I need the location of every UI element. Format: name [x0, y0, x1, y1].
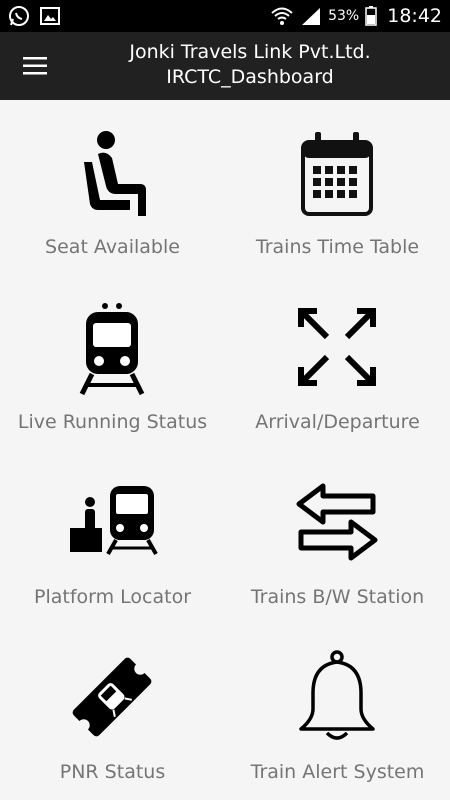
- swap-arrows-icon: [296, 483, 378, 561]
- tile-trains-time-table[interactable]: Trains Time Table: [225, 100, 450, 275]
- status-bar: 53% 18:42: [0, 0, 450, 32]
- title-line-dashboard: IRCTC_Dashboard: [166, 66, 334, 88]
- tile-seat-available[interactable]: Seat Available: [0, 100, 225, 275]
- tile-label: PNR Status: [59, 761, 166, 783]
- tile-train-alert-system[interactable]: Train Alert System: [225, 625, 450, 800]
- battery-percent: 53%: [328, 8, 360, 24]
- seat-icon: [84, 131, 146, 216]
- tile-arrival-departure[interactable]: Arrival/Departure: [225, 275, 450, 450]
- dashboard-grid: Seat Available Trains Time Table Live Ru…: [0, 100, 450, 800]
- tile-live-running-status[interactable]: Live Running Status: [0, 275, 225, 450]
- tile-label: Arrival/Departure: [255, 411, 420, 433]
- tile-label: Seat Available: [45, 236, 180, 258]
- train-icon: [79, 303, 145, 396]
- ticket-icon: [72, 657, 152, 737]
- tile-label: Trains Time Table: [255, 236, 420, 258]
- gallery-icon: [40, 7, 60, 25]
- page-title: Jonki Travels Link Pvt.Ltd. IRCTC_Dashbo…: [60, 40, 440, 90]
- calendar-icon: [301, 132, 373, 216]
- tile-platform-locator[interactable]: Platform Locator: [0, 450, 225, 625]
- tile-pnr-status[interactable]: PNR Status: [0, 625, 225, 800]
- platform-train-icon: [70, 486, 158, 555]
- app-bar: Jonki Travels Link Pvt.Ltd. IRCTC_Dashbo…: [0, 32, 450, 100]
- whatsapp-icon: [9, 6, 29, 26]
- hamburger-menu-icon[interactable]: [18, 54, 52, 78]
- expand-arrows-icon: [298, 308, 376, 386]
- tile-trains-bw-station[interactable]: Trains B/W Station: [225, 450, 450, 625]
- tile-label: Live Running Status: [17, 411, 208, 433]
- battery-icon: [365, 6, 377, 26]
- tile-label: Train Alert System: [250, 761, 425, 783]
- bell-icon: [299, 650, 375, 740]
- tile-label: Trains B/W Station: [250, 586, 425, 608]
- wifi-icon: [271, 7, 293, 25]
- title-line-company: Jonki Travels Link Pvt.Ltd.: [129, 41, 371, 63]
- tile-label: Platform Locator: [33, 586, 192, 608]
- signal-icon: [302, 8, 321, 25]
- clock-time: 18:42: [387, 5, 442, 27]
